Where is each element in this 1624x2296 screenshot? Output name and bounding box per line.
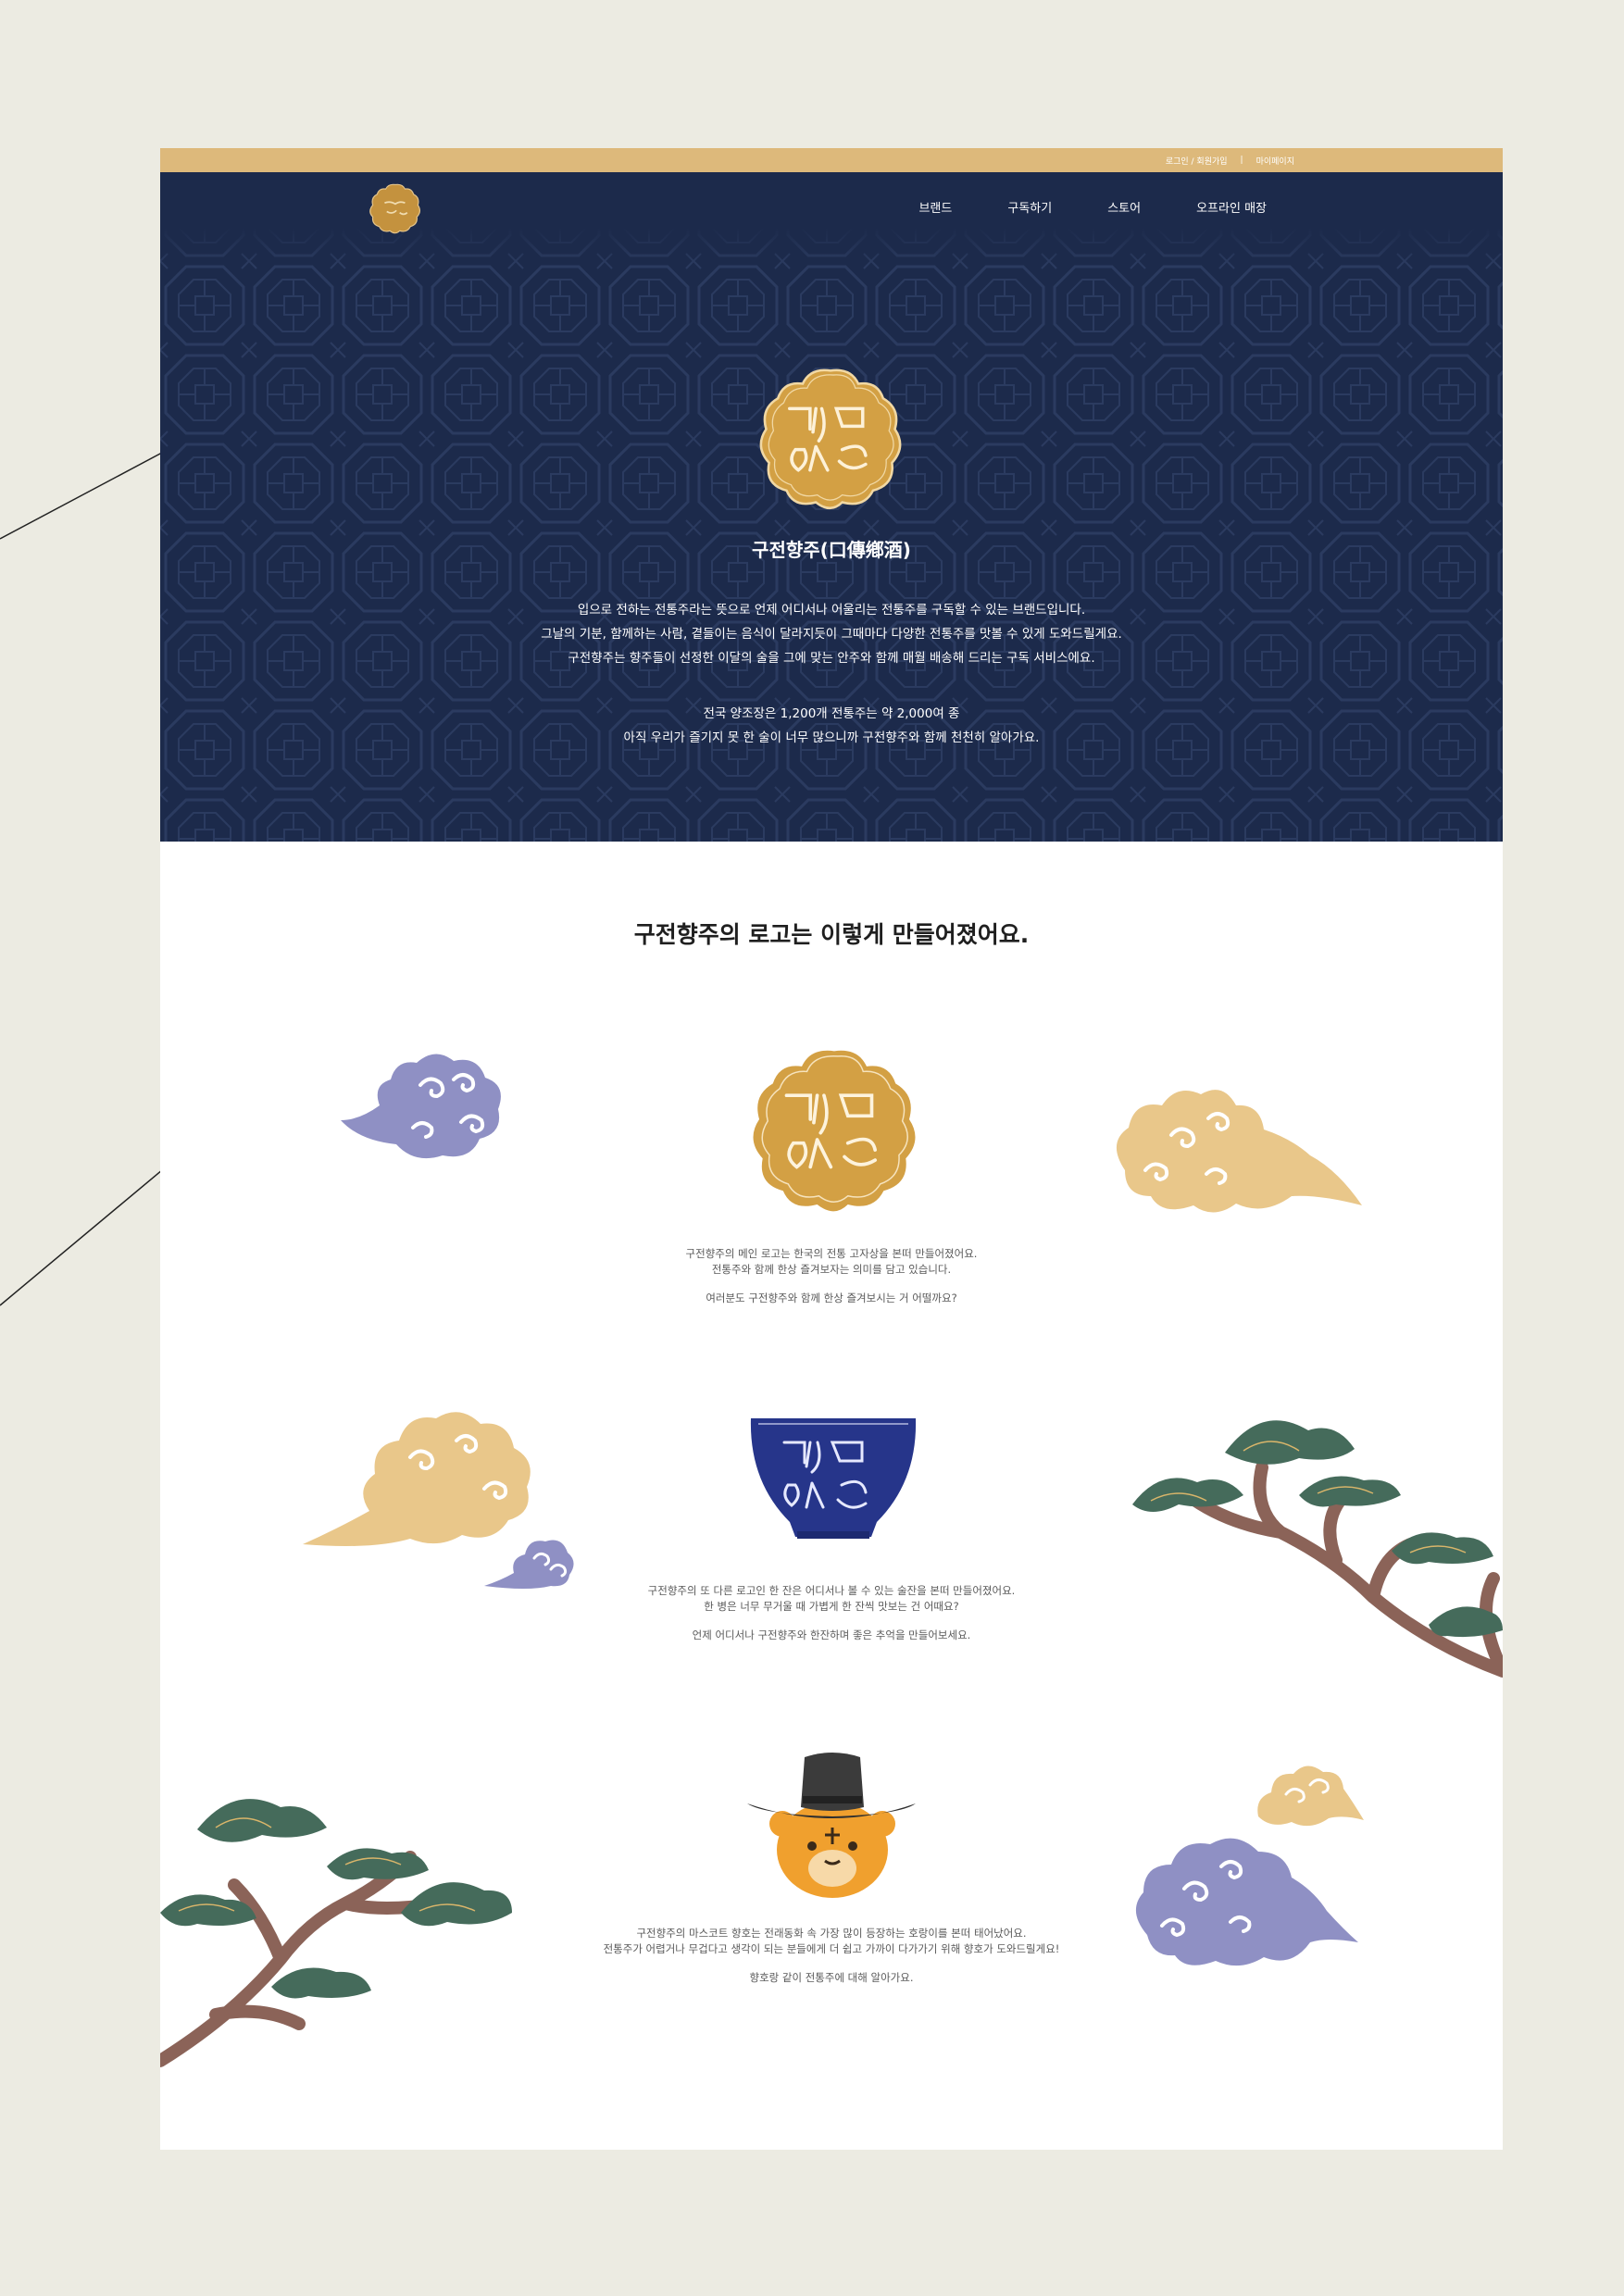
tiger-mascot-icon — [747, 1753, 916, 1898]
hero-desc-line: 그날의 기분, 함께하는 사람, 곁들이는 음식이 달라지듯이 그때마다 다양한… — [541, 627, 1122, 642]
nav-brand[interactable]: 브랜드 — [918, 198, 952, 216]
description-line: 전통주와 함께 한상 즐겨보자는 의미를 담고 있습니다. — [711, 1263, 952, 1276]
description-line: 향호랑 같이 전통주에 대해 알아가요. — [749, 1971, 914, 1984]
nav-subscribe[interactable]: 구독하기 — [1007, 198, 1052, 216]
logo-icon[interactable] — [369, 181, 422, 235]
mypage-link[interactable]: 마이페이지 — [1256, 155, 1294, 167]
main-logo-icon — [753, 1050, 916, 1212]
hero-title: 구전향주(口傳鄕酒) — [752, 539, 911, 561]
top-utility-bar: 로그인 / 회원가입 | 마이페이지 — [160, 148, 1503, 172]
web-page: 로그인 / 회원가입 | 마이페이지 브랜드 구독하기 스토어 오프라인 매장 … — [160, 148, 1503, 2150]
yellow-cloud-icon — [1116, 1090, 1362, 1213]
logo-section-title: 구전향주의 로고는 이렇게 만들어졌어요. — [633, 921, 1030, 948]
pine-tree-icon — [1132, 1420, 1503, 1678]
small-yellow-cloud-icon — [1257, 1766, 1364, 1827]
hero-desc-line: 입으로 전하는 전통주라는 뜻으로 언제 어디서나 어울리는 전통주를 구독할 … — [577, 603, 1086, 618]
purple-cloud-icon — [1135, 1838, 1358, 1966]
pine-tree-icon — [160, 1799, 512, 2067]
nav-store[interactable]: 스토어 — [1107, 198, 1141, 216]
login-signup-link[interactable]: 로그인 / 회원가입 — [1166, 155, 1228, 167]
hero-section: 브랜드 구독하기 스토어 오프라인 매장 구전향주(口傳鄕酒) 입으로 전하는 … — [160, 172, 1503, 842]
hero-desc-line: 전국 양조장은 1,200개 전통주는 약 2,000여 종 — [703, 706, 960, 721]
main-navigation: 브랜드 구독하기 스토어 오프라인 매장 — [918, 198, 1267, 216]
hero-logo-icon — [759, 368, 902, 510]
yellow-cloud-icon — [303, 1412, 531, 1546]
purple-cloud-icon — [341, 1054, 501, 1159]
hero-desc-line: 구전향주는 향주들이 선정한 이달의 술을 그에 맞는 안주와 함께 매월 배송… — [568, 651, 1095, 666]
hero-description-2: 전국 양조장은 1,200개 전통주는 약 2,000여 종 아직 우리가 즐기… — [160, 702, 1503, 750]
description-line: 여러분도 구전향주와 함께 한상 즐겨보시는 거 어떨까요? — [706, 1292, 957, 1304]
hero-description: 입으로 전하는 전통주라는 뜻으로 언제 어디서나 어울리는 전통주를 구독할 … — [160, 598, 1503, 670]
small-purple-cloud-icon — [484, 1540, 574, 1589]
main-logo-description: 구전향주의 메인 로고는 한국의 전통 고자상을 본떠 만들어졌어요. 전통주와… — [160, 1246, 1503, 1306]
description-line: 구전향주의 메인 로고는 한국의 전통 고자상을 본떠 만들어졌어요. — [685, 1247, 978, 1260]
cup-logo-icon — [750, 1418, 917, 1539]
topbar-separator: | — [1240, 156, 1243, 165]
hero-desc-line: 아직 우리가 즐기지 못 한 술이 너무 많으니까 구전향주와 함께 천천히 알… — [623, 730, 1040, 745]
nav-offline-store[interactable]: 오프라인 매장 — [1196, 198, 1267, 216]
